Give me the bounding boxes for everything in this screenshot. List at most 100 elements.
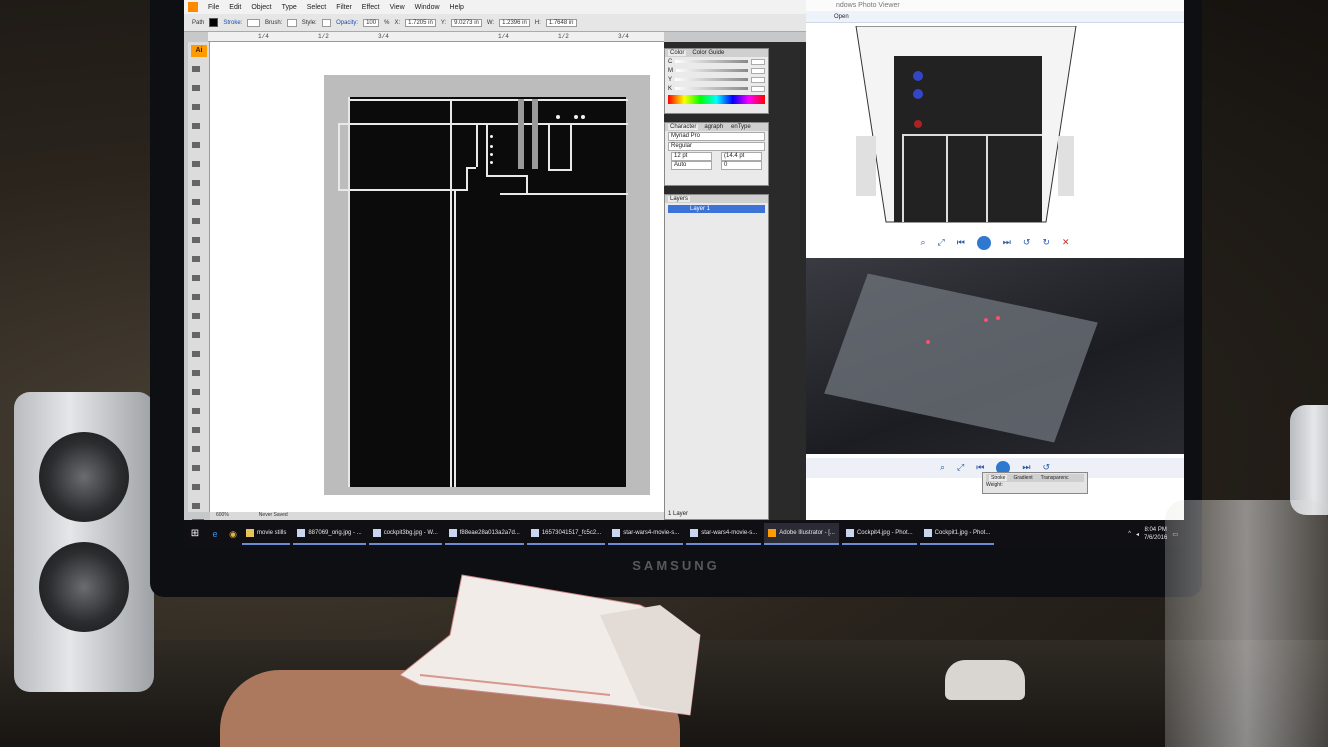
menu-object[interactable]: Object (251, 4, 271, 11)
taskbar-item-active[interactable]: Adobe Illustrator - [... (764, 523, 839, 545)
tab-opentype[interactable]: enType (729, 124, 753, 130)
tab-paragraph[interactable]: agraph (702, 124, 725, 130)
zoom-level[interactable]: 600% (216, 512, 229, 520)
clock[interactable]: 8:04 PM 7/6/2016 (1144, 526, 1167, 542)
color-spectrum[interactable] (668, 95, 765, 104)
windows-start-icon[interactable]: ⊞ (184, 520, 206, 548)
channel-slider[interactable] (676, 69, 748, 72)
tracking-input[interactable]: 0 (721, 161, 762, 170)
taskbar-item[interactable]: star-wars4-movie-s... (608, 523, 684, 545)
opacity-input[interactable]: 100 (363, 18, 380, 27)
channel-input[interactable] (751, 85, 765, 92)
slice-tool-icon[interactable] (192, 446, 200, 452)
menu-type[interactable]: Type (282, 4, 297, 11)
gradient-tool-icon[interactable] (192, 389, 200, 395)
magic-wand-tool-icon[interactable] (192, 104, 200, 110)
layer-row[interactable]: Layer 1 (668, 205, 765, 213)
menu-edit[interactable]: Edit (229, 4, 241, 11)
stroke-label[interactable]: Stroke: (223, 20, 242, 26)
channel-slider[interactable] (675, 60, 748, 63)
font-size-input[interactable]: 12 pt (671, 152, 712, 161)
leading-input[interactable]: (14.4 pt (721, 152, 762, 161)
graph-tool-icon[interactable] (192, 351, 200, 357)
scissors-tool-icon[interactable] (192, 465, 200, 471)
scale-tool-icon[interactable] (192, 275, 200, 281)
kerning-input[interactable]: Auto (671, 161, 712, 170)
selection-tool-icon[interactable] (192, 66, 200, 72)
menu-window[interactable]: Window (415, 4, 440, 11)
tab-layers[interactable]: Layers (668, 196, 691, 202)
tab-character[interactable]: Character (668, 124, 699, 130)
type-tool-icon[interactable] (192, 161, 200, 167)
chrome-browser-icon[interactable]: ◉ (224, 520, 242, 548)
style-dropdown[interactable] (321, 18, 332, 27)
eyedropper-tool-icon[interactable] (192, 408, 200, 414)
taskbar-item[interactable]: f88eae28a013a2a7d... (444, 523, 524, 545)
y-input[interactable]: 9.0273 in (451, 18, 482, 27)
taskbar-item[interactable]: Cockpit1.jpg - Phot... (919, 523, 995, 545)
zoom-icon[interactable]: ⌕ (940, 463, 945, 473)
blend-tool-icon[interactable] (192, 427, 200, 433)
tab-transparency[interactable]: Transparenc (1039, 475, 1071, 481)
taskbar-item[interactable]: star-wars4-movie-s... (686, 523, 762, 545)
rotate-tool-icon[interactable] (192, 256, 200, 262)
zoom-icon[interactable]: ⌕ (920, 238, 925, 248)
w-input[interactable]: 1.2396 in (499, 18, 530, 27)
menu-select[interactable]: Select (307, 4, 326, 11)
line-tool-icon[interactable] (192, 180, 200, 186)
taskbar-item[interactable]: 16573041517_fc5c2... (526, 523, 606, 545)
menu-file[interactable]: File (208, 4, 219, 11)
channel-slider[interactable] (675, 78, 748, 81)
speaker-icon[interactable]: ◂ (1136, 531, 1139, 538)
tab-color[interactable]: Color (668, 50, 687, 56)
zoom-tool-icon[interactable] (192, 503, 200, 509)
delete-icon[interactable]: ✕ (1062, 238, 1070, 248)
menu-help[interactable]: Help (450, 4, 464, 11)
tab-stroke[interactable]: Stroke (989, 475, 1008, 481)
slideshow-button[interactable] (976, 236, 991, 250)
taskbar-item[interactable]: movie stills (242, 523, 291, 545)
next-icon[interactable]: ⏭ (1003, 238, 1011, 248)
warp-tool-icon[interactable] (192, 294, 200, 300)
taskbar-item[interactable]: Cockpit4.jpg - Phot... (841, 523, 917, 545)
cockpit-artwork[interactable] (338, 97, 628, 487)
mesh-tool-icon[interactable] (192, 370, 200, 376)
channel-slider[interactable] (675, 87, 748, 90)
hand-tool-icon[interactable] (192, 484, 200, 490)
menu-view[interactable]: View (390, 4, 405, 11)
tab-color-guide[interactable]: Color Guide (690, 50, 726, 56)
tab-gradient[interactable]: Gradient (1011, 475, 1034, 481)
rectangle-tool-icon[interactable] (192, 199, 200, 205)
menu-effect[interactable]: Effect (362, 4, 380, 11)
channel-input[interactable] (751, 58, 765, 65)
rotate-cw-icon[interactable]: ↻ (1042, 238, 1050, 248)
taskbar-item[interactable]: 887069_orig.jpg - ... (293, 523, 366, 545)
fill-swatch[interactable] (209, 18, 219, 27)
channel-input[interactable] (751, 67, 765, 74)
actual-size-icon[interactable]: ⤢ (937, 238, 944, 248)
paintbrush-tool-icon[interactable] (192, 218, 200, 224)
open-menu[interactable]: Open (834, 14, 849, 20)
pen-tool-icon[interactable] (192, 142, 200, 148)
menu-filter[interactable]: Filter (336, 4, 352, 11)
x-input[interactable]: 1.7205 in (405, 18, 436, 27)
edge-browser-icon[interactable]: e (206, 520, 224, 548)
symbol-sprayer-tool-icon[interactable] (192, 332, 200, 338)
stroke-input[interactable] (247, 18, 261, 27)
previous-icon[interactable]: ⏮ (957, 238, 965, 248)
free-transform-tool-icon[interactable] (192, 313, 200, 319)
font-style-dropdown[interactable]: Regular (668, 142, 765, 151)
h-input[interactable]: 1.7648 in (545, 18, 577, 27)
direct-selection-tool-icon[interactable] (192, 85, 200, 91)
brush-dropdown[interactable] (287, 18, 297, 27)
rotate-ccw-icon[interactable]: ↺ (1023, 238, 1031, 248)
pencil-tool-icon[interactable] (192, 237, 200, 243)
lasso-tool-icon[interactable] (192, 123, 200, 129)
document-canvas[interactable]: ↖ (210, 42, 664, 512)
opacity-label[interactable]: Opacity: (336, 20, 358, 26)
channel-input[interactable] (751, 76, 765, 83)
actual-size-icon[interactable]: ⤢ (957, 463, 964, 473)
show-hidden-icons-icon[interactable]: ^ (1128, 531, 1131, 537)
taskbar-item[interactable]: cockpit3bg.jpg - W... (368, 523, 442, 545)
font-family-dropdown[interactable]: Myriad Pro (668, 132, 765, 141)
